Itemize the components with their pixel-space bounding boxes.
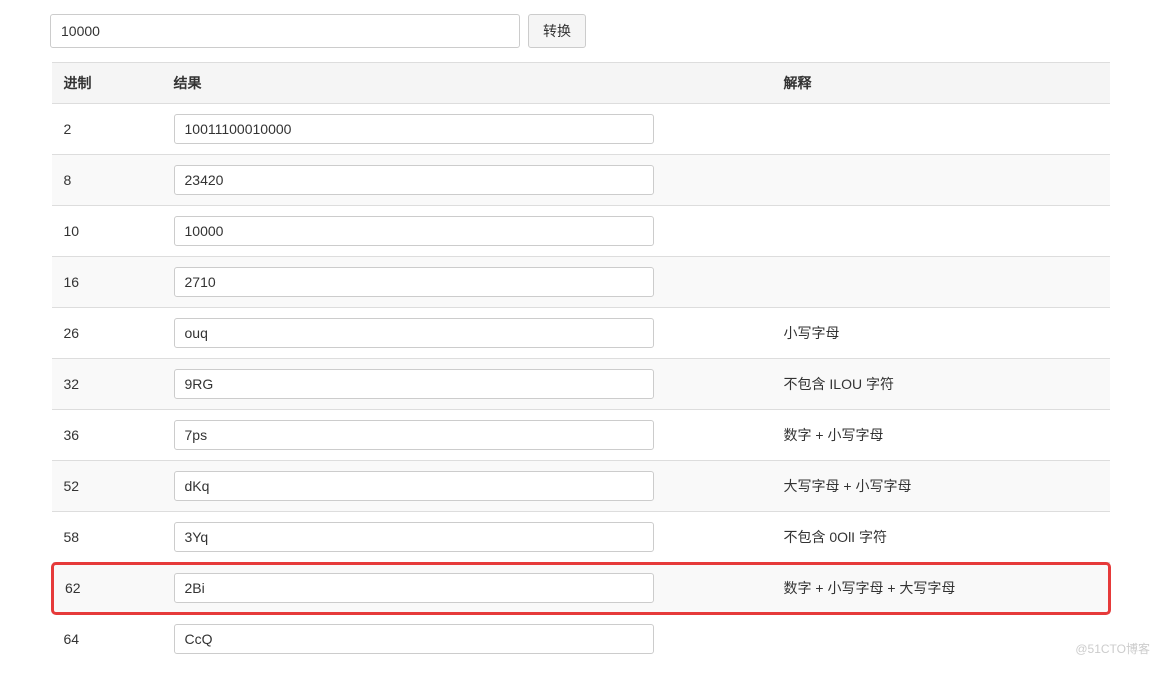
cell-result — [162, 257, 772, 308]
watermark: @51CTO博客 — [1075, 640, 1150, 657]
cell-base: 36 — [52, 410, 162, 461]
cell-result — [162, 614, 772, 665]
cell-base: 58 — [52, 512, 162, 563]
cell-desc — [772, 257, 1111, 308]
result-input[interactable] — [174, 522, 654, 552]
cell-base: 32 — [52, 359, 162, 410]
cell-desc: 大写字母 + 小写字母 — [772, 461, 1111, 512]
number-input[interactable] — [50, 14, 520, 48]
result-input[interactable] — [174, 573, 654, 603]
result-input[interactable] — [174, 216, 654, 246]
table-row: 2 — [52, 104, 1111, 155]
cell-desc — [772, 614, 1111, 665]
table-row: 10 — [52, 206, 1111, 257]
result-input[interactable] — [174, 165, 654, 195]
cell-base: 10 — [52, 206, 162, 257]
cell-result — [162, 155, 772, 206]
table-row: 52 大写字母 + 小写字母 — [52, 461, 1111, 512]
result-input[interactable] — [174, 624, 654, 654]
conversion-table: 进制 结果 解释 28101626 小写字母 32 不包含 ILOU 字符 36 数字 +… — [50, 62, 1110, 664]
result-input[interactable] — [174, 420, 654, 450]
header-base: 进制 — [52, 63, 162, 104]
table-row: 58 不包含 0OlI 字符 — [52, 512, 1111, 563]
cell-desc: 不包含 0OlI 字符 — [772, 512, 1111, 563]
table-row: 64 — [52, 614, 1111, 665]
cell-base: 64 — [52, 614, 162, 665]
table-row: 36 数字 + 小写字母 — [52, 410, 1111, 461]
table-row: 62 数字 + 小写字母 + 大写字母 — [52, 563, 1111, 614]
cell-result — [162, 512, 772, 563]
convert-button[interactable]: 转换 — [528, 14, 586, 48]
cell-result — [162, 410, 772, 461]
cell-desc — [772, 206, 1111, 257]
cell-desc: 不包含 ILOU 字符 — [772, 359, 1111, 410]
result-input[interactable] — [174, 114, 654, 144]
cell-base: 2 — [52, 104, 162, 155]
cell-result — [162, 308, 772, 359]
table-row: 32 不包含 ILOU 字符 — [52, 359, 1111, 410]
cell-desc — [772, 155, 1111, 206]
result-input[interactable] — [174, 369, 654, 399]
cell-desc: 数字 + 小写字母 — [772, 410, 1111, 461]
table-row: 16 — [52, 257, 1111, 308]
table-row: 26 小写字母 — [52, 308, 1111, 359]
table-row: 8 — [52, 155, 1111, 206]
result-input[interactable] — [174, 267, 654, 297]
header-desc: 解释 — [772, 63, 1111, 104]
cell-result — [162, 206, 772, 257]
cell-desc: 小写字母 — [772, 308, 1111, 359]
cell-base: 8 — [52, 155, 162, 206]
cell-base: 16 — [52, 257, 162, 308]
cell-base: 52 — [52, 461, 162, 512]
cell-base: 62 — [52, 563, 162, 614]
cell-result — [162, 104, 772, 155]
cell-base: 26 — [52, 308, 162, 359]
cell-result — [162, 461, 772, 512]
cell-desc: 数字 + 小写字母 + 大写字母 — [772, 563, 1111, 614]
result-input[interactable] — [174, 318, 654, 348]
cell-result — [162, 563, 772, 614]
cell-desc — [772, 104, 1111, 155]
result-input[interactable] — [174, 471, 654, 501]
cell-result — [162, 359, 772, 410]
header-result: 结果 — [162, 63, 772, 104]
